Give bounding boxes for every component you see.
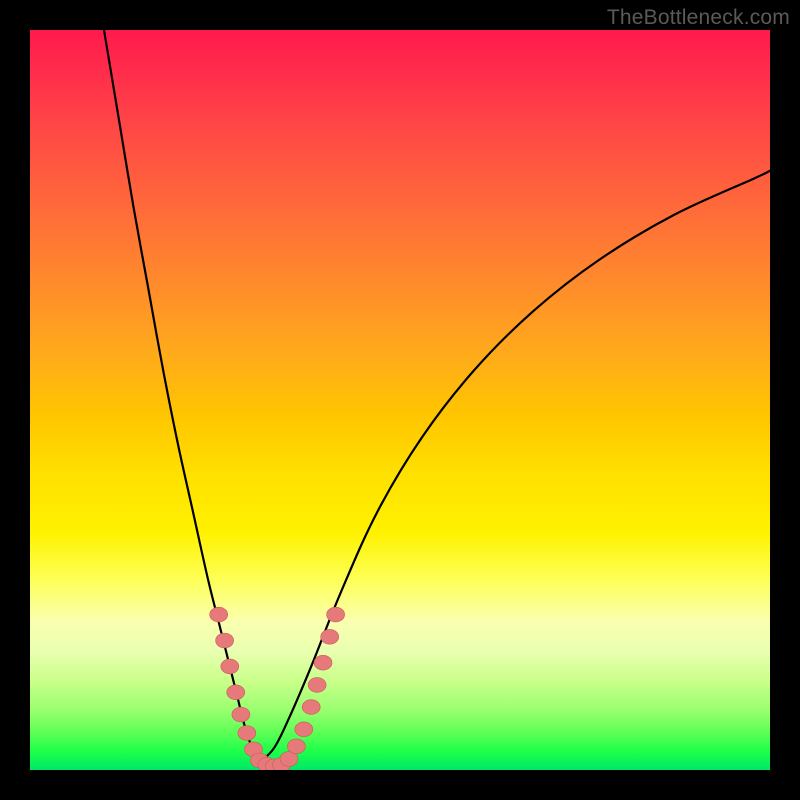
data-marker (287, 739, 305, 754)
curve-right (259, 171, 770, 763)
data-marker (216, 633, 234, 648)
chart-frame: TheBottleneck.com (0, 0, 800, 800)
data-marker (321, 629, 339, 644)
data-marker (302, 700, 320, 715)
data-marker (210, 607, 228, 622)
curve-left (104, 30, 259, 763)
data-marker (232, 707, 250, 722)
data-marker (238, 726, 256, 741)
data-marker (295, 722, 313, 737)
data-markers (210, 607, 345, 770)
data-marker (227, 685, 245, 700)
chart-svg (30, 30, 770, 770)
watermark-text: TheBottleneck.com (607, 6, 790, 30)
plot-area (30, 30, 770, 770)
data-marker (221, 659, 239, 674)
data-marker (314, 655, 332, 670)
data-marker (308, 678, 326, 693)
data-marker (327, 607, 345, 622)
